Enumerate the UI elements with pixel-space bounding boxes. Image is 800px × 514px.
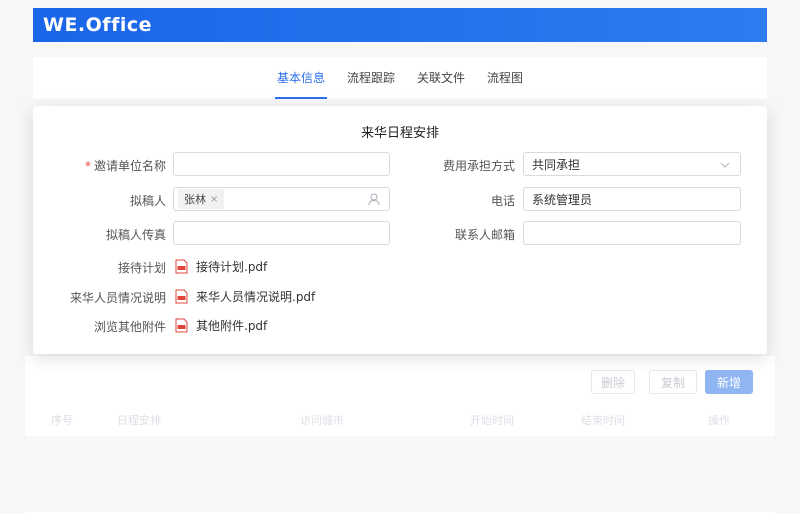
cost-label: 费用承担方式 xyxy=(442,159,515,173)
cost-select-value: 共同承担 xyxy=(532,157,581,172)
attachment-link-other[interactable]: 其他附件.pdf xyxy=(175,317,267,334)
tab-flowchart[interactable]: 流程图 xyxy=(487,69,523,99)
col-schedule: 日程安排 xyxy=(117,414,161,427)
required-mark: * xyxy=(84,159,91,173)
email-label: 联系人邮箱 xyxy=(454,228,515,242)
user-icon[interactable] xyxy=(367,192,381,206)
email-input[interactable] xyxy=(523,221,741,245)
table-header: 序号 日程安排 访问城市 开始时间 结束时间 操作 xyxy=(25,412,775,430)
attachment-file-personnel: 来华人员情况说明.pdf xyxy=(196,290,316,304)
col-city: 访问城市 xyxy=(300,414,344,427)
attachment-label-personnel: 来华人员情况说明 xyxy=(69,291,166,305)
delete-button[interactable]: 删除 xyxy=(591,370,635,394)
dialog-title: 来华日程安排 xyxy=(360,126,439,141)
col-actions: 操作 xyxy=(708,414,730,427)
phone-label: 电话 xyxy=(490,194,515,208)
close-icon[interactable]: × xyxy=(210,194,218,205)
attachment-file-plan: 接待计划.pdf xyxy=(196,260,268,274)
cost-select[interactable]: 共同承担 xyxy=(523,152,741,176)
brand-text: WE.Office xyxy=(43,14,152,36)
chevron-down-icon xyxy=(720,162,730,168)
attachment-label-other: 浏览其他附件 xyxy=(93,320,166,334)
pdf-icon xyxy=(175,318,188,333)
col-start-time: 开始时间 xyxy=(470,414,514,427)
tab-related-files[interactable]: 关联文件 xyxy=(417,69,465,99)
inviter-label: * 邀请单位名称 xyxy=(73,157,166,174)
drafter-tag: 张林 × xyxy=(178,189,225,209)
tab-process-tracking[interactable]: 流程跟踪 xyxy=(347,69,395,99)
drafter-label: 拟稿人 xyxy=(129,194,166,208)
fax-input[interactable] xyxy=(173,221,390,245)
attachment-link-personnel[interactable]: 来华人员情况说明.pdf xyxy=(175,288,315,305)
drafter-tag-label: 张林 xyxy=(184,193,206,206)
attachment-label-plan: 接待计划 xyxy=(117,261,166,275)
phone-input[interactable]: 系统管理员 xyxy=(523,187,741,211)
pdf-icon xyxy=(175,289,188,304)
pdf-icon xyxy=(175,259,188,274)
inviter-label-text: 邀请单位名称 xyxy=(93,159,166,173)
attachment-link-plan[interactable]: 接待计划.pdf xyxy=(175,258,267,275)
tab-bar: 基本信息 流程跟踪 关联文件 流程图 xyxy=(33,57,767,99)
fax-label: 拟稿人传真 xyxy=(105,228,166,242)
copy-button[interactable]: 复制 xyxy=(649,370,697,394)
inviter-input[interactable] xyxy=(173,152,390,176)
schedule-table-section: 删除 复制 新增 序号 日程安排 访问城市 开始时间 结束时间 操作 xyxy=(25,356,775,436)
add-button[interactable]: 新增 xyxy=(705,370,753,394)
app-header: WE.Office xyxy=(33,8,767,42)
col-index: 序号 xyxy=(51,414,73,427)
tab-basic-info[interactable]: 基本信息 xyxy=(274,69,328,99)
drafter-input[interactable]: 张林 × xyxy=(173,187,390,211)
attachment-file-other: 其他附件.pdf xyxy=(196,319,268,333)
col-end-time: 结束时间 xyxy=(581,414,625,427)
schedule-dialog: 来华日程安排 * 邀请单位名称 费用承担方式 共同承担 拟稿人 张林 × 电话 系… xyxy=(33,106,767,354)
brand-logo: WE.Office xyxy=(43,14,152,36)
